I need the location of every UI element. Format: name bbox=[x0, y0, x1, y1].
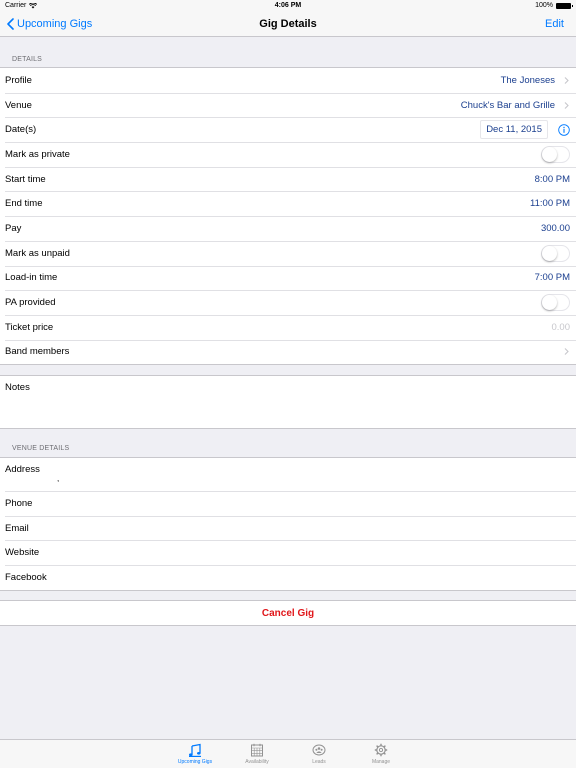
venue-label: Venue bbox=[5, 99, 32, 111]
start-time-row[interactable]: Start time 8:00 PM bbox=[0, 166, 576, 192]
address-value: , bbox=[57, 474, 60, 483]
mark-private-toggle[interactable] bbox=[541, 145, 570, 163]
music-notes-icon bbox=[189, 743, 201, 757]
edit-button[interactable]: Edit bbox=[545, 18, 564, 30]
load-in-time-label: Load-in time bbox=[5, 272, 58, 284]
mark-unpaid-label: Mark as unpaid bbox=[5, 247, 70, 259]
email-row[interactable]: Email bbox=[0, 515, 576, 541]
profile-value: The Joneses bbox=[500, 74, 555, 86]
tab-label: Availability bbox=[245, 759, 269, 765]
navigation-bar: Upcoming Gigs Gig Details Edit bbox=[0, 13, 576, 37]
status-bar: Carrier 4:06 PM 100% bbox=[0, 0, 576, 13]
toggle-knob bbox=[542, 245, 557, 261]
mark-unpaid-row: Mark as unpaid bbox=[0, 240, 576, 266]
pa-provided-label: PA provided bbox=[5, 297, 56, 309]
load-in-time-row[interactable]: Load-in time 7:00 PM bbox=[0, 265, 576, 291]
pay-value[interactable]: 300.00 bbox=[541, 223, 570, 234]
toggle-knob bbox=[542, 295, 557, 311]
toggle-knob bbox=[542, 146, 557, 162]
tab-upcoming-gigs[interactable]: Upcoming Gigs bbox=[170, 740, 220, 768]
chevron-left-icon bbox=[7, 18, 14, 30]
tab-bar: Upcoming Gigs Availability Leads Manage bbox=[0, 739, 576, 768]
leads-icon bbox=[312, 744, 326, 756]
phone-row[interactable]: Phone bbox=[0, 491, 576, 516]
pay-label: Pay bbox=[5, 222, 22, 234]
ticket-price-input[interactable]: 0.00 bbox=[552, 322, 571, 333]
end-time-value: 11:00 PM bbox=[530, 198, 570, 210]
info-icon[interactable] bbox=[558, 123, 570, 136]
tab-label: Manage bbox=[371, 759, 391, 765]
venue-row[interactable]: Venue Chuck's Bar and Grille bbox=[0, 92, 576, 118]
tab-availability[interactable]: Availability bbox=[232, 740, 282, 768]
facebook-row[interactable]: Facebook bbox=[0, 565, 576, 590]
email-label: Email bbox=[5, 522, 29, 534]
battery-indicator: 100% bbox=[535, 2, 573, 9]
dates-row: Date(s) Dec 11, 2015 bbox=[0, 117, 576, 142]
pa-provided-toggle[interactable] bbox=[541, 294, 570, 312]
chevron-right-icon bbox=[564, 348, 569, 356]
tab-label: Upcoming Gigs bbox=[177, 759, 213, 765]
band-members-label: Band members bbox=[5, 346, 70, 358]
chevron-right-icon bbox=[564, 101, 569, 109]
website-label: Website bbox=[5, 547, 40, 559]
band-members-row[interactable]: Band members bbox=[0, 339, 576, 365]
chevron-right-icon bbox=[564, 76, 569, 84]
load-in-time-value: 7:00 PM bbox=[534, 272, 570, 284]
date-picker[interactable]: Dec 11, 2015 bbox=[480, 120, 548, 140]
back-button-label: Upcoming Gigs bbox=[17, 18, 93, 30]
battery-icon bbox=[556, 2, 573, 9]
pa-provided-row: PA provided bbox=[0, 290, 576, 315]
status-time: 4:06 PM bbox=[274, 2, 302, 9]
profile-label: Profile bbox=[5, 74, 32, 86]
start-time-label: Start time bbox=[5, 173, 46, 185]
ticket-price-row[interactable]: Ticket price 0.00 bbox=[0, 314, 576, 340]
venue-details-section-header: VENUE DETAILS bbox=[12, 445, 70, 452]
details-section-header: DETAILS bbox=[12, 56, 43, 63]
tab-label: Leads bbox=[312, 759, 326, 765]
venue-value: Chuck's Bar and Grille bbox=[460, 99, 555, 111]
pay-row[interactable]: Pay 300.00 bbox=[0, 216, 576, 241]
venue-details-group: Address , Phone Email Website Facebook bbox=[0, 457, 576, 591]
start-time-value: 8:00 PM bbox=[534, 173, 570, 185]
notes-field[interactable]: Notes bbox=[0, 375, 576, 429]
cancel-gig-group: Cancel Gig bbox=[0, 600, 576, 626]
tab-leads[interactable]: Leads bbox=[294, 740, 344, 768]
dates-label: Date(s) bbox=[5, 124, 37, 136]
address-label: Address bbox=[5, 464, 40, 475]
facebook-label: Facebook bbox=[5, 571, 47, 583]
tab-manage[interactable]: Manage bbox=[356, 740, 406, 768]
address-row[interactable]: Address , bbox=[0, 458, 576, 491]
gear-icon bbox=[374, 743, 388, 757]
notes-label: Notes bbox=[5, 382, 30, 393]
phone-label: Phone bbox=[5, 497, 33, 509]
details-group: Profile The Joneses Venue Chuck's Bar an… bbox=[0, 67, 576, 366]
cancel-gig-button[interactable]: Cancel Gig bbox=[262, 608, 314, 619]
calendar-icon bbox=[251, 743, 263, 757]
mark-private-row: Mark as private bbox=[0, 142, 576, 167]
website-row[interactable]: Website bbox=[0, 540, 576, 565]
end-time-label: End time bbox=[5, 198, 43, 210]
ticket-price-label: Ticket price bbox=[5, 321, 54, 333]
mark-private-label: Mark as private bbox=[5, 148, 70, 160]
end-time-row[interactable]: End time 11:00 PM bbox=[0, 191, 576, 216]
profile-row[interactable]: Profile The Joneses bbox=[0, 68, 576, 93]
mark-unpaid-toggle[interactable] bbox=[541, 244, 570, 262]
battery-percent: 100% bbox=[535, 2, 553, 9]
back-button[interactable]: Upcoming Gigs bbox=[7, 18, 92, 30]
